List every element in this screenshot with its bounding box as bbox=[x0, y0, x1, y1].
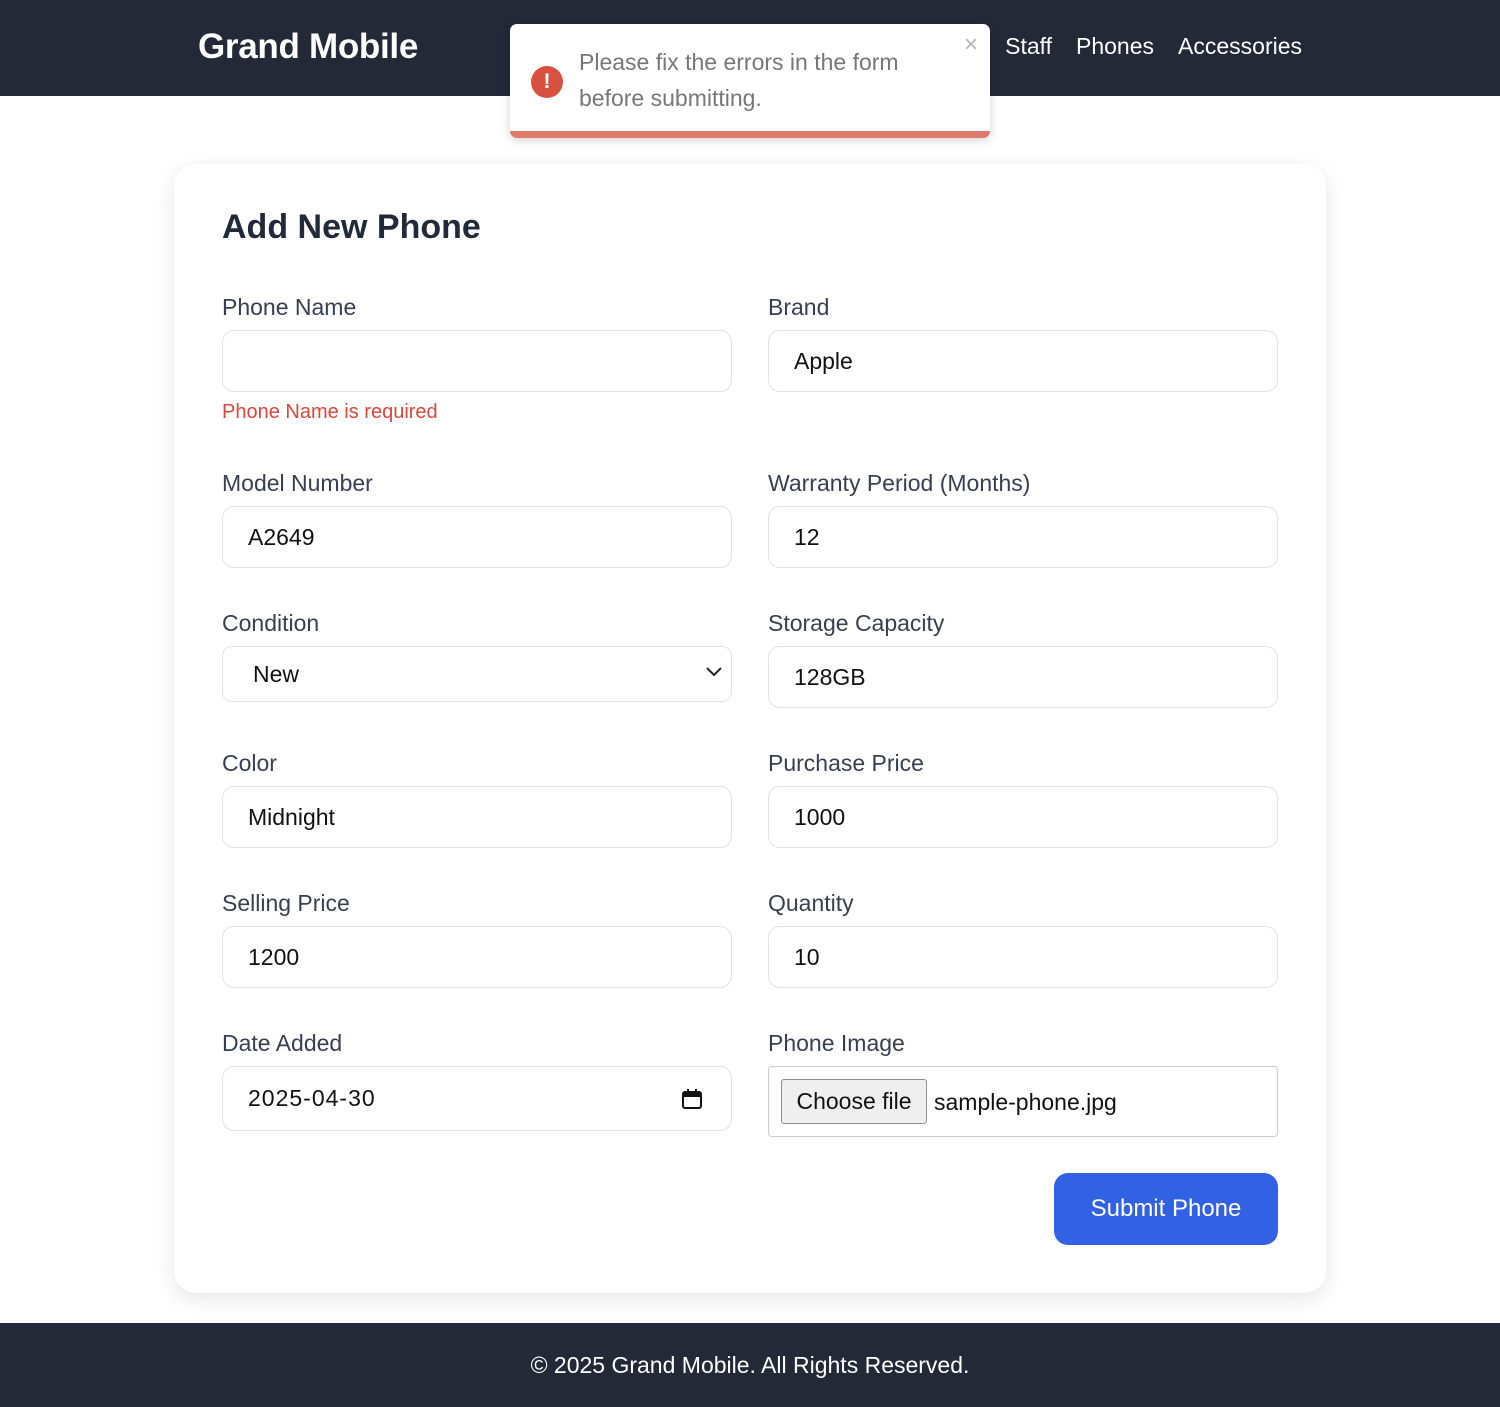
selling-price-label: Selling Price bbox=[222, 890, 350, 916]
main-nav: Staff Phones Accessories bbox=[1005, 33, 1302, 60]
nav-link-accessories[interactable]: Accessories bbox=[1178, 33, 1302, 60]
date-added-label: Date Added bbox=[222, 1030, 343, 1056]
phone-image-field: Phone Image Choose file sample-phone.jpg bbox=[768, 1029, 1278, 1137]
page-title: Add New Phone bbox=[222, 208, 481, 246]
submit-phone-button[interactable]: Submit Phone bbox=[1054, 1173, 1278, 1245]
storage-field: Storage Capacity 128GB bbox=[768, 609, 1278, 708]
storage-label: Storage Capacity bbox=[768, 610, 945, 636]
storage-input[interactable]: 128GB bbox=[768, 646, 1278, 708]
condition-selected-value: New bbox=[253, 661, 300, 687]
alert-circle-icon: ! bbox=[531, 66, 563, 98]
phone-name-label: Phone Name bbox=[222, 294, 357, 320]
condition-field: Condition New bbox=[222, 609, 732, 702]
brand-logo[interactable]: Grand Mobile bbox=[198, 27, 418, 67]
quantity-field: Quantity 10 bbox=[768, 889, 1278, 988]
quantity-label: Quantity bbox=[768, 890, 854, 916]
date-added-value: 2025-04-30 bbox=[248, 1085, 376, 1111]
warranty-field: Warranty Period (Months) 12 bbox=[768, 469, 1278, 568]
close-icon[interactable]: × bbox=[964, 32, 978, 58]
brand-label: Brand bbox=[768, 294, 830, 320]
color-field: Color Midnight bbox=[222, 749, 732, 848]
calendar-icon[interactable] bbox=[681, 1088, 703, 1110]
add-phone-card: Add New Phone Phone Name Phone Name is r… bbox=[174, 164, 1326, 1293]
purchase-price-input[interactable]: 1000 bbox=[768, 786, 1278, 848]
selling-price-input[interactable]: 1200 bbox=[222, 926, 732, 988]
warranty-label: Warranty Period (Months) bbox=[768, 470, 1031, 496]
purchase-price-field: Purchase Price 1000 bbox=[768, 749, 1278, 848]
nav-link-staff[interactable]: Staff bbox=[1005, 33, 1052, 60]
error-toast: ! Please fix the errors in the form befo… bbox=[510, 24, 990, 138]
color-input[interactable]: Midnight bbox=[222, 786, 732, 848]
toast-message: Please fix the errors in the form before… bbox=[579, 49, 899, 111]
choose-file-button[interactable]: Choose file bbox=[781, 1079, 927, 1124]
phone-name-field: Phone Name Phone Name is required bbox=[222, 293, 732, 423]
phone-name-error: Phone Name is required bbox=[222, 401, 438, 423]
selected-file-name: sample-phone.jpg bbox=[934, 1089, 1117, 1115]
phone-image-label: Phone Image bbox=[768, 1030, 905, 1056]
date-added-input[interactable]: 2025-04-30 bbox=[222, 1066, 732, 1131]
model-number-label: Model Number bbox=[222, 470, 373, 496]
color-label: Color bbox=[222, 750, 277, 776]
brand-field: Brand Apple bbox=[768, 293, 1278, 392]
condition-select[interactable]: New bbox=[222, 646, 732, 702]
model-number-field: Model Number A2649 bbox=[222, 469, 732, 568]
model-number-input[interactable]: A2649 bbox=[222, 506, 732, 568]
chevron-down-icon bbox=[706, 667, 722, 677]
selling-price-field: Selling Price 1200 bbox=[222, 889, 732, 988]
toast-progress-bar bbox=[510, 131, 990, 138]
condition-label: Condition bbox=[222, 610, 320, 636]
warranty-input[interactable]: 12 bbox=[768, 506, 1278, 568]
phone-image-input[interactable]: Choose file sample-phone.jpg bbox=[768, 1066, 1278, 1137]
nav-link-phones[interactable]: Phones bbox=[1076, 33, 1154, 60]
brand-input[interactable]: Apple bbox=[768, 330, 1278, 392]
footer: © 2025 Grand Mobile. All Rights Reserved… bbox=[0, 1323, 1500, 1407]
phone-name-input[interactable] bbox=[222, 330, 732, 392]
quantity-input[interactable]: 10 bbox=[768, 926, 1278, 988]
footer-copyright: © 2025 Grand Mobile. All Rights Reserved… bbox=[530, 1352, 970, 1378]
date-added-field: Date Added 2025-04-30 bbox=[222, 1029, 732, 1131]
purchase-price-label: Purchase Price bbox=[768, 750, 924, 776]
